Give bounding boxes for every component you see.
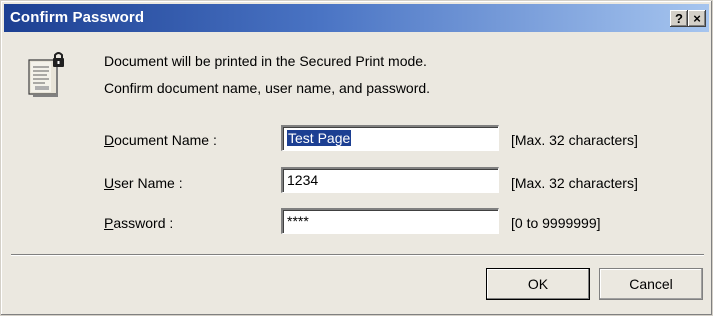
document-name-label-text: ocument Name : (114, 132, 217, 148)
document-name-access-key: D (104, 132, 115, 148)
secured-document-lock-icon (28, 52, 64, 97)
user-name-label-text: ser Name : (114, 175, 183, 191)
cancel-button[interactable]: Cancel (599, 268, 703, 300)
document-name-label: Document Name : (104, 132, 217, 148)
title-bar[interactable]: Confirm Password ? × (4, 4, 709, 32)
close-button[interactable]: × (688, 10, 706, 27)
separator (11, 254, 704, 256)
user-name-hint: [Max. 32 characters] (511, 175, 638, 191)
password-label: Password : (104, 215, 173, 231)
user-name-field[interactable]: 1234 (281, 167, 499, 193)
document-name-value: Test Page (287, 130, 352, 146)
password-hint: [0 to 9999999] (511, 215, 601, 231)
document-name-field[interactable]: Test Page (281, 125, 499, 151)
document-name-hint: [Max. 32 characters] (511, 132, 638, 148)
message-line-1: Document will be printed in the Secured … (104, 53, 427, 69)
password-label-text: assword : (113, 215, 174, 231)
message-line-2: Confirm document name, user name, and pa… (104, 80, 431, 96)
ok-button[interactable]: OK (486, 268, 590, 300)
user-name-label: User Name : (104, 175, 183, 191)
help-button[interactable]: ? (670, 10, 688, 27)
confirm-password-dialog: Confirm Password ? × Document will be pr… (0, 0, 713, 316)
window-title: Confirm Password (10, 9, 145, 26)
user-name-access-key: U (104, 175, 115, 191)
user-name-value: 1234 (287, 172, 319, 188)
password-value: **** (287, 213, 309, 229)
password-access-key: P (104, 215, 114, 231)
password-field[interactable]: **** (281, 208, 499, 234)
